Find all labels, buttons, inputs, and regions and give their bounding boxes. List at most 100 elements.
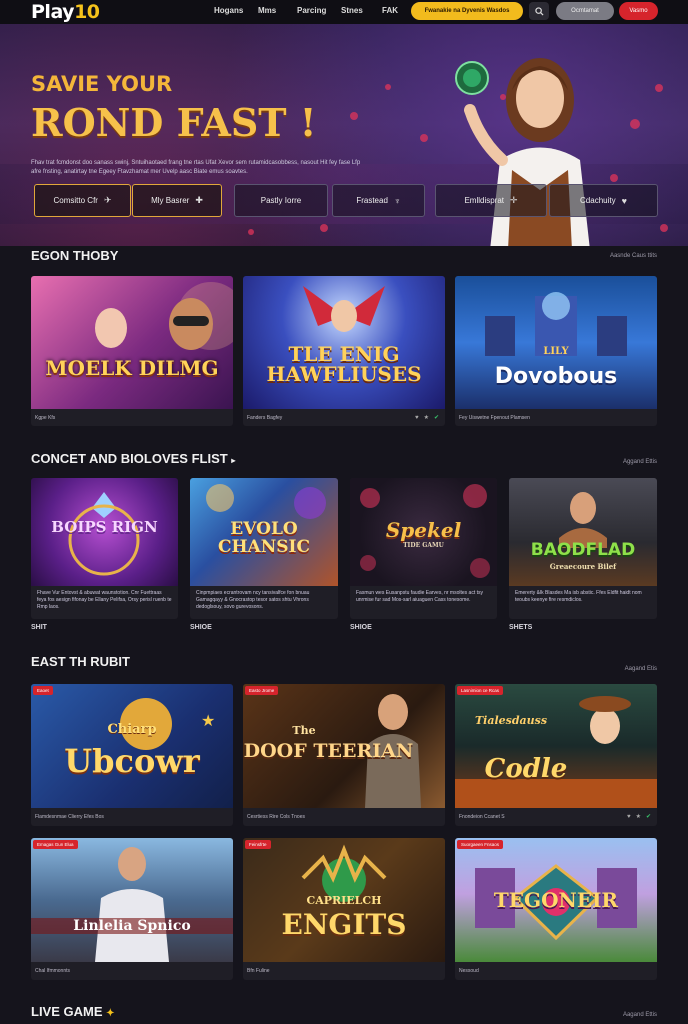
game-title: TEGONEIR — [493, 888, 619, 912]
game-meta: Fey Uiswetne Fpenout Plamsen — [459, 415, 530, 421]
star-icon[interactable]: ★ — [424, 414, 429, 421]
hero-kicker: SAVIE YOUR — [31, 72, 173, 96]
nav-link-4[interactable]: Stnes — [341, 6, 363, 15]
game-subtitle: Tialesdauss — [474, 714, 548, 727]
game-meta: Cesrtiess Rire Cols Tnoes — [247, 814, 305, 820]
hero-description: Fhav trat fcmdonst doo sanass swinj, Snt… — [31, 160, 361, 175]
top-nav: Play10 Hogans Mms Parcing Stnes FAK Fwan… — [0, 0, 688, 24]
site-logo[interactable]: Play10 — [31, 1, 100, 23]
game-title: Spekel — [385, 518, 462, 542]
game-tag: Feinsfrte — [245, 840, 271, 849]
card-caption: SHIOE — [350, 624, 372, 631]
game-card[interactable]: MOELK DILMG Kgpe Kfs — [31, 276, 233, 426]
plane-icon: ✈ — [103, 195, 112, 205]
hero-button-5[interactable]: Emlldisprat ✛ — [435, 184, 547, 217]
game-card[interactable]: BOIPS RIGN Fhave Vur Entovst & abuwat wa… — [31, 478, 178, 619]
game-card[interactable]: ★ Chiarp Ubcowr Eaoet Flamdesnmae Clierr… — [31, 684, 233, 826]
game-meta: Nessoud — [459, 968, 479, 974]
game-title: TLE ENIG HAWFLIUSES — [266, 342, 422, 386]
game-meta: Fanders Bagfey — [247, 415, 283, 421]
game-title: BOIPS RIGN — [51, 518, 158, 536]
section-link-4[interactable]: Aagand Ettis — [623, 1012, 657, 1018]
game-card[interactable]: Spekel TIDE GAMU Fasmun wes Eusanpstu fa… — [350, 478, 497, 619]
game-meta: Flamdesnmae Clierry Efes Bos — [35, 814, 104, 820]
game-description: Emererty &lk Blasdes Ma isb abstic. Ffes… — [515, 590, 642, 603]
trident-icon: ♆ — [393, 195, 401, 206]
game-title: EVOLO CHANSIC — [217, 519, 311, 557]
nav-link-5[interactable]: FAK — [382, 6, 398, 15]
game-description: Cinpmpiaes ecrantrovam ncy tansivalfce f… — [196, 590, 310, 610]
game-meta: Chal Ifmmonnts — [35, 968, 71, 974]
game-title: BAODFLAD — [530, 540, 636, 560]
game-card[interactable]: Tialesdauss Codle Lasnimion ce Rcas Fnon… — [455, 684, 657, 826]
nav-link-1[interactable]: Hogans — [214, 6, 243, 15]
game-card[interactable]: BAODFLAD Greaecoure Bilef Emererty &lk B… — [509, 478, 657, 619]
game-title: IDOOF TEERIAN — [243, 740, 414, 762]
game-description: Fhave Vur Entovst & abuwat waunstotion. … — [37, 590, 172, 610]
check-icon: ✔ — [433, 415, 439, 421]
hero-button-2[interactable]: Mly Basrer ✚ — [132, 184, 222, 217]
game-tag: Eaoet — [33, 686, 53, 695]
heart-icon: ♥ — [621, 195, 627, 206]
game-meta: Fnondeion Ccanet S — [459, 814, 505, 820]
game-subtitle: Greaecoure Bilef — [549, 562, 617, 571]
game-card[interactable]: TLE ENIG HAWFLIUSES Fanders Bagfey ♥ ★ ✔ — [243, 276, 445, 426]
game-card[interactable]: EVOLO CHANSIC Cinpmpiaes ecrantrovam ncy… — [190, 478, 338, 619]
game-title: Dovobous — [494, 364, 618, 389]
heart-icon[interactable]: ♥ — [627, 814, 631, 820]
login-button[interactable]: Ocmtamat — [556, 2, 614, 20]
hero-banner: SAVIE YOUR ROND FAST ! Fhav trat fcmdons… — [0, 24, 688, 246]
search-button[interactable] — [529, 2, 549, 20]
check-icon: ✔ — [645, 814, 651, 820]
card-caption: SHETS — [509, 624, 533, 631]
plus-icon: ✚ — [195, 195, 203, 205]
game-tag: Lasnimion ce Rcas — [457, 686, 504, 695]
hero-button-3[interactable]: Pastly Iorre — [234, 184, 328, 217]
game-card[interactable]: Linlelia Spnico Emagas Gun Elua Chal Ifm… — [31, 838, 233, 980]
game-art — [455, 696, 657, 808]
search-icon — [534, 6, 544, 16]
section-title-2: CONCET AND BIOLOVES FLIST ▸ — [31, 451, 236, 466]
game-title: Ubcowr — [64, 742, 200, 780]
game-title: ENGITS — [281, 908, 407, 941]
section-link-3[interactable]: Aagand Etis — [625, 666, 657, 672]
hero-button-6[interactable]: Cdachuity ♥ — [549, 184, 658, 217]
game-tag: Suorgaeen Fnsaos — [457, 840, 504, 849]
game-tag: Easto Jrome — [245, 686, 279, 695]
game-subtitle: CAPRIELCH — [306, 894, 382, 907]
game-art — [95, 282, 233, 350]
game-art — [485, 292, 627, 356]
section-title-4: LIVE GAME ✦ — [31, 1004, 115, 1019]
game-tag: Emagas Gun Elua — [33, 840, 78, 849]
heart-icon[interactable]: ♥ — [415, 415, 419, 421]
card-caption: SHIOE — [190, 624, 212, 631]
star-icon[interactable]: ★ — [636, 813, 641, 820]
game-subtitle: LILY — [543, 346, 569, 357]
nav-link-3[interactable]: Parcing — [297, 6, 326, 15]
game-title: Codle — [484, 754, 568, 784]
section-link-1[interactable]: Aasnde Caus ttits — [610, 253, 657, 259]
promo-button[interactable]: Fwanakie na Dyvenis Wasdos — [411, 2, 523, 20]
game-card[interactable]: The IDOOF TEERIAN Easto Jrome Cesrtiess … — [243, 684, 445, 826]
card-caption: SHIT — [31, 624, 47, 631]
game-meta: Kgpe Kfs — [35, 415, 56, 421]
hero-title: ROND FAST ! — [31, 100, 317, 145]
game-card[interactable]: TEGONEIR Suorgaeen Fnsaos Nessoud — [455, 838, 657, 980]
game-subtitle: The — [292, 724, 316, 737]
hero-button-1[interactable]: Comsitto Cfr ✈ — [34, 184, 131, 217]
signup-button[interactable]: Vasmo — [619, 2, 658, 20]
section-link-2[interactable]: Aggand Ettis — [623, 459, 657, 465]
game-title: MOELK DILMG — [45, 356, 219, 380]
section-title-3: EAST TH RUBIT — [31, 654, 130, 669]
game-card[interactable]: LILY Dovobous Fey Uiswetne Fpenout Plams… — [455, 276, 657, 426]
nav-link-2[interactable]: Mms — [258, 6, 276, 15]
game-subtitle: TIDE GAMU — [403, 542, 444, 549]
game-card[interactable]: CAPRIELCH ENGITS Feinsfrte Bfn Fuline — [243, 838, 445, 980]
game-subtitle: Chiarp — [107, 722, 157, 737]
game-art — [95, 847, 169, 962]
game-title: Linlelia Spnico — [31, 918, 233, 934]
hero-button-4[interactable]: Frastead ♆ — [332, 184, 425, 217]
game-meta: Bfn Fuline — [247, 968, 270, 974]
game-description: Fasmun wes Eusanpstu faudie Earves, nr m… — [356, 590, 483, 603]
section-title-1: EGON THOBY — [31, 248, 119, 263]
